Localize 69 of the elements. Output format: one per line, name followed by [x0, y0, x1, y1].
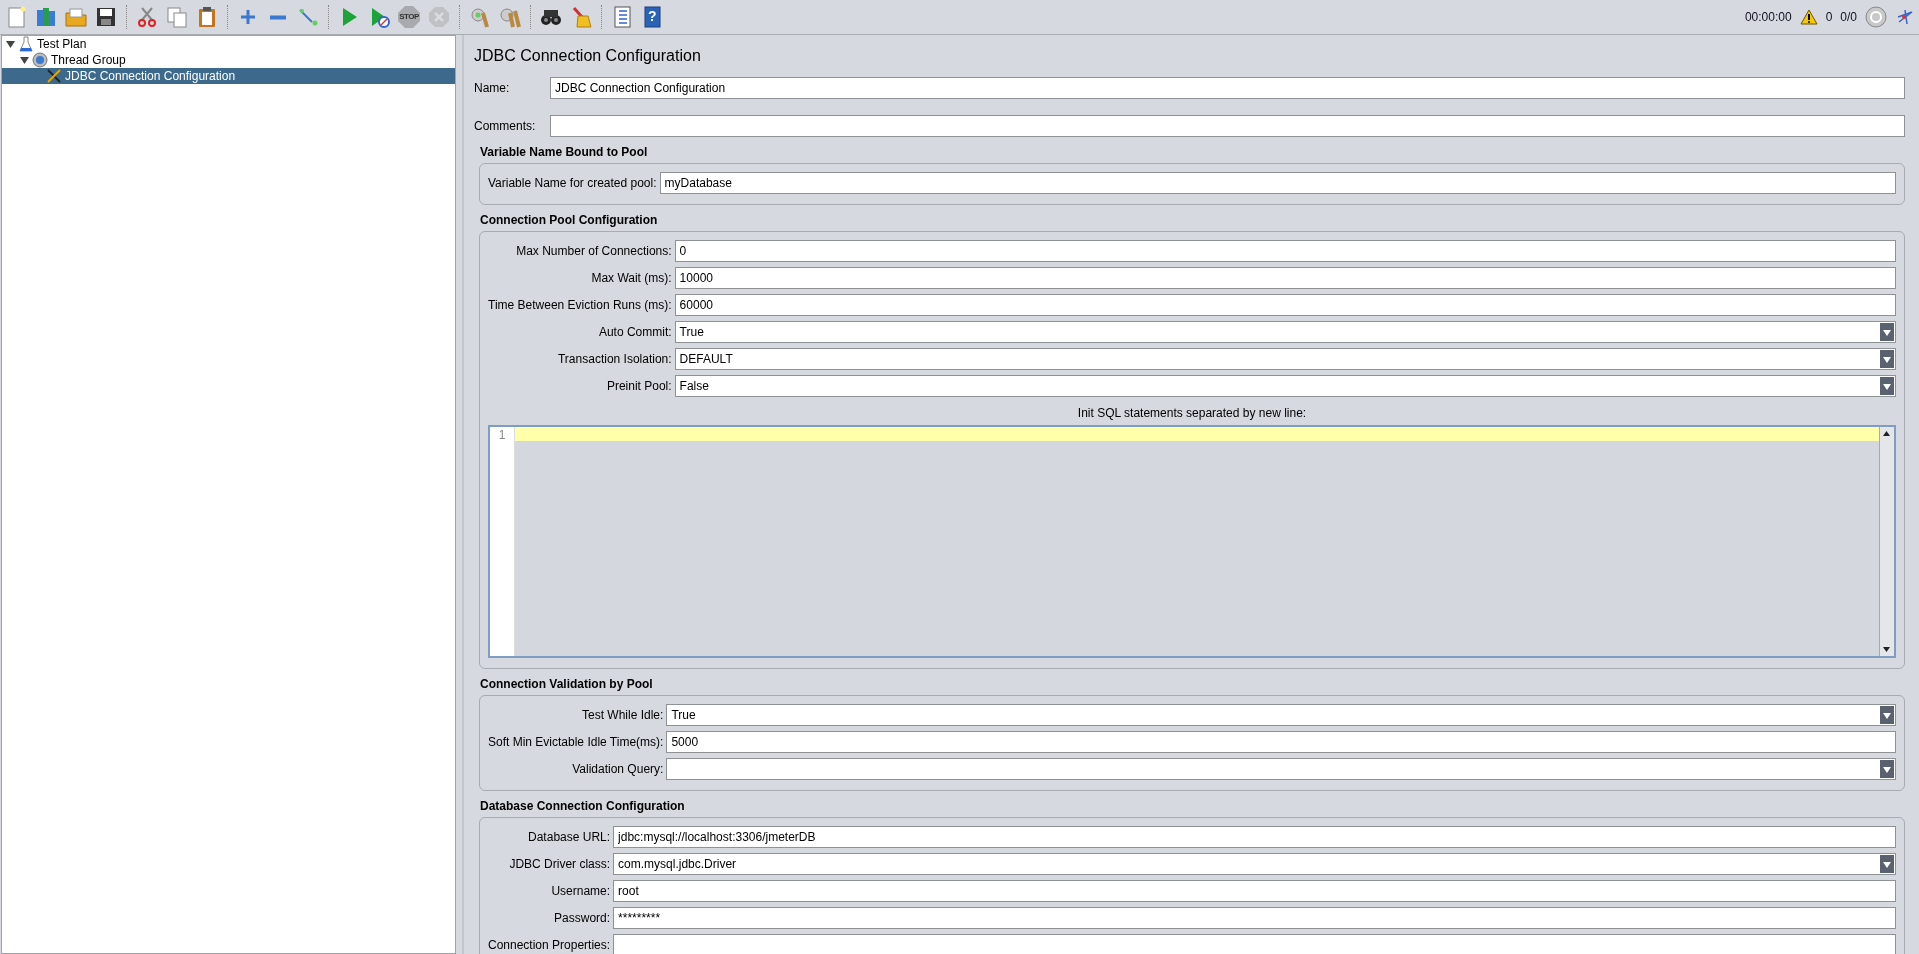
dropdown[interactable]: False — [674, 375, 1896, 397]
field-label: Password: — [553, 911, 612, 925]
section-title: Connection Validation by Pool — [480, 677, 654, 691]
help-button[interactable]: ? — [640, 5, 664, 29]
code-editor[interactable]: 1 — [488, 425, 1896, 658]
dropdown[interactable]: com.mysql.jdbc.Driver — [613, 853, 1896, 875]
panel-title: JDBC Connection Configuration — [474, 47, 702, 65]
copy-button[interactable] — [165, 5, 189, 29]
cut-button[interactable] — [135, 5, 159, 29]
tree-item[interactable]: Thread Group — [2, 52, 455, 68]
elapsed-time: 00:00:00 — [1744, 10, 1792, 24]
field-label: Init SQL statements separated by new line: — [1076, 406, 1308, 420]
field-label: Comments: — [474, 119, 537, 133]
warning-icon — [1799, 9, 1818, 25]
caret-icon[interactable] — [1880, 377, 1894, 395]
thread-count: 0/0 — [1840, 10, 1857, 24]
caret-icon[interactable] — [1880, 706, 1894, 724]
input-field[interactable]: 5000 — [666, 731, 1896, 753]
field-label: Name: — [474, 81, 511, 95]
input-field[interactable]: 10000 — [674, 267, 1896, 289]
dropdown[interactable]: True — [674, 321, 1896, 343]
field-label: Connection Properties: — [488, 938, 612, 952]
dropdown[interactable] — [666, 758, 1896, 780]
section-title: Database Connection Configuration — [480, 799, 686, 813]
open-button[interactable] — [64, 5, 88, 29]
shutdown-icon — [427, 5, 451, 29]
input-field[interactable] — [613, 934, 1896, 954]
field-label: Soft Min Evictable Idle Time(ms): — [488, 735, 665, 749]
section-title: Variable Name Bound to Pool — [480, 145, 649, 159]
cut-icon — [135, 5, 159, 29]
input-field[interactable]: myDatabase — [659, 172, 1896, 194]
input-field[interactable]: JDBC Connection Configuration — [550, 77, 1905, 99]
copy-icon — [165, 5, 189, 29]
sparkle-icon[interactable] — [1895, 7, 1915, 27]
input-field[interactable]: 60000 — [674, 294, 1896, 316]
field-label: Username: — [550, 884, 612, 898]
save-icon — [94, 5, 118, 29]
input-field[interactable]: root — [613, 880, 1896, 902]
tree-item[interactable]: JDBC Connection Configuration — [2, 68, 455, 84]
field-label: Max Wait (ms): — [590, 271, 673, 285]
tree-item[interactable]: Test Plan — [2, 36, 455, 52]
caret-icon[interactable] — [1880, 323, 1894, 341]
input-field[interactable]: jdbc:mysql://localhost:3306/jmeterDB — [613, 826, 1896, 848]
field-label: Test While Idle: — [581, 708, 665, 722]
line-number: 1 — [497, 428, 507, 442]
field-label: Preinit Pool: — [605, 379, 673, 393]
dropdown[interactable]: DEFAULT — [674, 348, 1896, 370]
caret-icon[interactable] — [1880, 350, 1894, 368]
save-button[interactable] — [94, 5, 118, 29]
field-label: Database URL: — [527, 830, 612, 844]
field-label: Transaction Isolation: — [557, 352, 673, 366]
field-label: Max Number of Connections: — [515, 244, 673, 258]
input-field[interactable] — [550, 115, 1905, 137]
caret-icon[interactable] — [1880, 760, 1894, 778]
warning-count: 0 — [1825, 10, 1833, 24]
section-title: Connection Pool Configuration — [480, 213, 659, 227]
stop-icon — [397, 5, 421, 29]
input-field[interactable]: 0 — [674, 240, 1896, 262]
field-label: JDBC Driver class: — [508, 857, 612, 871]
field-label: Auto Commit: — [597, 325, 673, 339]
remove-icon — [270, 14, 286, 20]
scrollbar[interactable] — [1879, 427, 1894, 656]
dropdown[interactable]: True — [666, 704, 1896, 726]
open-icon — [64, 5, 88, 29]
input-field[interactable]: ********* — [613, 907, 1896, 929]
caret-icon[interactable] — [1880, 855, 1894, 873]
field-label: Variable Name for created pool: — [488, 176, 658, 190]
field-label: Time Between Eviction Runs (ms): — [488, 298, 673, 312]
field-label: Validation Query: — [571, 762, 665, 776]
